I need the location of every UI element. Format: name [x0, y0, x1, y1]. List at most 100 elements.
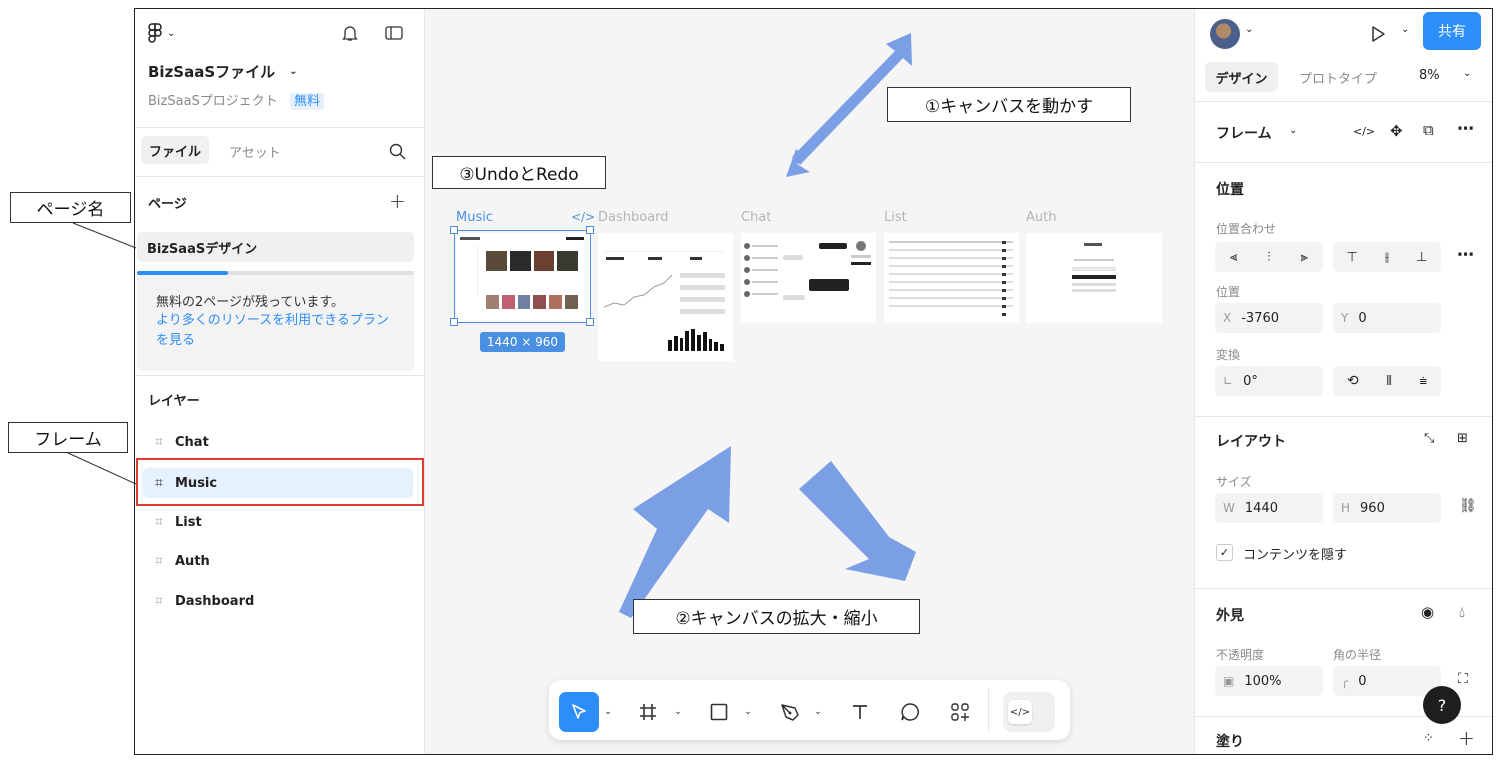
frame-icon: ⌗ — [155, 514, 163, 530]
frame-heading[interactable]: フレーム — [1216, 123, 1272, 143]
notification-bell-icon[interactable] — [339, 22, 361, 44]
chevron-down-icon[interactable]: ⌄ — [601, 692, 615, 732]
frame-label-music[interactable]: Music — [456, 210, 493, 225]
tab-assets[interactable]: アセット — [229, 142, 281, 161]
help-button[interactable]: ? — [1423, 686, 1461, 724]
layer-list[interactable]: ⌗ List — [143, 507, 413, 537]
frame-dashboard[interactable] — [598, 233, 733, 361]
frame-icon: ⌗ — [155, 593, 163, 609]
dev-mode-icon[interactable]: </> — [571, 210, 595, 224]
styles-icon[interactable]: ⁘ — [1423, 731, 1434, 746]
y-position-field[interactable]: Y0 — [1333, 303, 1441, 333]
layer-chat[interactable]: ⌗ Chat — [143, 427, 413, 457]
upgrade-link[interactable]: より多くのリソースを利用できるプランを見る — [156, 311, 396, 351]
layer-auth[interactable]: ⌗ Auth — [143, 546, 413, 576]
chevron-down-icon[interactable]: ⌄ — [671, 692, 685, 732]
height-field[interactable]: H 960 — [1333, 493, 1441, 523]
radius-field[interactable]: ╭ 0 — [1333, 666, 1441, 696]
annotation-page-name: ページ名 — [10, 192, 131, 223]
avatar[interactable] — [1210, 19, 1240, 49]
rectangle-icon — [710, 703, 728, 721]
share-button[interactable]: 共有 — [1423, 12, 1481, 50]
clip-content-checkbox[interactable]: ✓ — [1216, 544, 1233, 561]
resize-handle[interactable] — [586, 226, 594, 234]
flip-horizontal-icon[interactable]: ⫴ — [1386, 374, 1391, 389]
frame-auth[interactable] — [1026, 233, 1162, 323]
fill-heading: 塗り — [1216, 734, 1244, 750]
add-page-icon[interactable]: + — [389, 189, 406, 213]
y-value: 0 — [1358, 310, 1367, 326]
pen-tool-button[interactable] — [775, 692, 805, 732]
width-field[interactable]: W 1440 — [1215, 493, 1323, 523]
align-center-h-icon[interactable]: ⫶ — [1267, 250, 1270, 265]
chevron-down-icon[interactable]: ⌄ — [1245, 24, 1253, 35]
flip-vertical-icon[interactable]: ⩧ — [1420, 374, 1428, 389]
present-play-icon[interactable] — [1367, 23, 1389, 45]
frame-label-list[interactable]: List — [884, 210, 907, 225]
chevron-down-icon[interactable]: ⌄ — [741, 692, 755, 732]
component-icon[interactable]: ✥ — [1390, 122, 1403, 140]
collapse-icon[interactable]: ⤡ — [1424, 431, 1434, 446]
sidebar-toggle-icon[interactable] — [383, 22, 405, 44]
more-options-icon[interactable]: ⋯ — [1457, 245, 1474, 265]
align-center-v-icon[interactable]: ⫲ — [1385, 250, 1389, 265]
align-right-icon[interactable]: ⫸ — [1301, 250, 1308, 265]
annotation-highlight-box — [136, 458, 424, 506]
chevron-down-icon[interactable]: ⌄ — [811, 692, 825, 732]
frame-chat[interactable] — [741, 233, 876, 323]
alignment-label: 位置合わせ — [1216, 222, 1277, 236]
resize-handle[interactable] — [586, 318, 594, 326]
dev-mode-toggle[interactable]: </> — [1003, 692, 1055, 732]
tab-design[interactable]: デザイン — [1205, 62, 1278, 92]
annotation-frame: フレーム — [8, 422, 128, 453]
tab-prototype[interactable]: プロトタイプ — [1299, 68, 1377, 87]
constrain-proportions-icon[interactable]: ⛓ — [1459, 498, 1477, 514]
layer-dashboard[interactable]: ⌗ Dashboard — [143, 586, 413, 616]
frame-tool-button[interactable] — [633, 692, 663, 732]
search-icon[interactable] — [387, 141, 407, 161]
figma-menu-button[interactable]: ⌄ — [147, 21, 175, 45]
chevron-down-icon[interactable]: ⌄ — [1289, 125, 1297, 136]
file-name[interactable]: BizSaaSファイル ⌄ — [148, 61, 298, 82]
mask-icon[interactable]: ⧉ — [1423, 121, 1434, 139]
frame-label-chat[interactable]: Chat — [741, 210, 771, 225]
code-icon[interactable]: </> — [1353, 125, 1375, 138]
align-left-icon[interactable]: ⫷ — [1230, 250, 1237, 265]
chevron-down-icon[interactable]: ⌄ — [1463, 68, 1471, 79]
resize-handle[interactable] — [450, 318, 458, 326]
blend-mode-drop-icon[interactable]: 💧︎ — [1459, 603, 1465, 621]
page-usage-bar — [137, 271, 414, 275]
frame-label-dashboard[interactable]: Dashboard — [598, 210, 669, 225]
layer-label: Chat — [175, 434, 209, 450]
comment-icon — [901, 703, 919, 721]
annotation-move-canvas: ①キャンバスを動かす — [887, 87, 1131, 122]
text-tool-button[interactable] — [845, 692, 875, 732]
page-item-bizsaas-design[interactable]: BizSaaSデザイン — [137, 232, 414, 262]
chevron-down-icon[interactable]: ⌄ — [1401, 24, 1409, 35]
project-name[interactable]: BizSaaSプロジェクト 無料 — [148, 90, 324, 110]
comment-tool-button[interactable] — [895, 692, 925, 732]
move-tool-button[interactable] — [559, 692, 599, 732]
align-bottom-icon[interactable]: ⊥ — [1416, 250, 1427, 265]
corner-radius-icon: ╭ — [1341, 674, 1349, 688]
x-position-field[interactable]: X -3760 — [1215, 303, 1323, 333]
auto-layout-icon[interactable]: ⊞ — [1457, 431, 1468, 446]
x-label: X — [1223, 311, 1232, 325]
tab-file[interactable]: ファイル — [141, 136, 209, 164]
frame-list[interactable] — [884, 233, 1019, 323]
actions-tool-button[interactable] — [945, 692, 975, 732]
more-options-icon[interactable]: ⋯ — [1457, 119, 1474, 139]
opacity-field[interactable]: ▣ 100% — [1215, 666, 1323, 696]
add-fill-icon[interactable]: + — [1458, 726, 1475, 750]
resize-handle[interactable] — [450, 226, 458, 234]
rotate-icon[interactable]: ⟲ — [1347, 373, 1359, 389]
independent-corners-icon[interactable]: ⛶ — [1458, 671, 1468, 687]
frame-label-auth[interactable]: Auth — [1026, 210, 1056, 225]
visibility-eye-icon[interactable]: ◉ — [1421, 603, 1434, 621]
layer-label: Auth — [175, 553, 210, 569]
size-label: サイズ — [1216, 475, 1252, 489]
shape-tool-button[interactable] — [704, 692, 734, 732]
rotation-field[interactable]: ∟ 0° — [1215, 366, 1323, 396]
zoom-level[interactable]: 8% — [1419, 68, 1440, 83]
align-top-icon[interactable]: ⊤ — [1347, 250, 1358, 265]
